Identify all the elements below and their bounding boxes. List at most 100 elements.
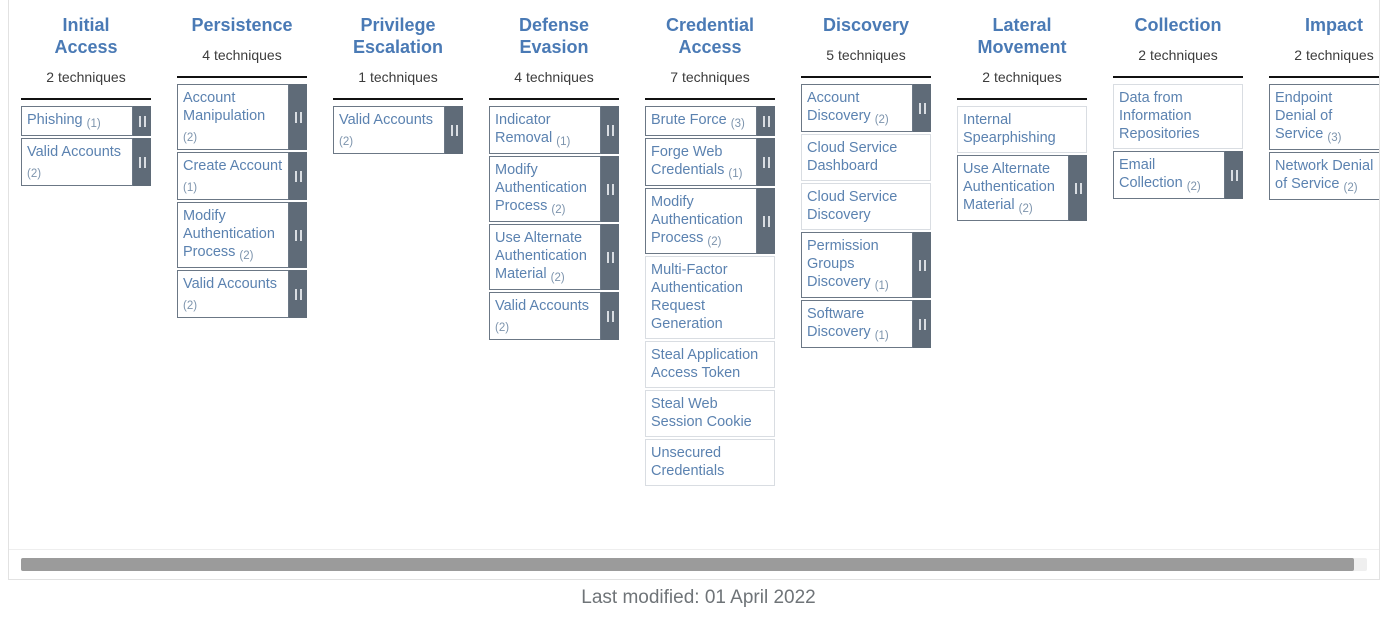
expand-subtechniques-button[interactable] xyxy=(133,138,151,186)
expand-subtechniques-button[interactable] xyxy=(601,224,619,290)
scrollbar-thumb[interactable] xyxy=(21,558,1354,571)
technique-cell[interactable]: Valid Accounts (2) xyxy=(333,106,445,154)
expand-subtechniques-button[interactable] xyxy=(601,106,619,154)
double-bar-icon xyxy=(294,288,302,300)
technique-cell[interactable]: Data from Information Repositories xyxy=(1113,84,1243,149)
technique-label: Use Alternate Authentication Material xyxy=(495,230,587,282)
technique-cell[interactable]: Unsecured Credentials xyxy=(645,439,775,486)
technique-row: Modify Authentication Process (2) xyxy=(177,202,307,268)
tactic-title[interactable]: Collection xyxy=(1113,0,1243,36)
technique-row: Valid Accounts (2) xyxy=(489,292,619,340)
technique-cell[interactable]: Modify Authentication Process (2) xyxy=(645,188,757,254)
tactic-title[interactable]: Discovery xyxy=(801,0,931,36)
subtechnique-count: (2) xyxy=(27,168,42,180)
technique-cell[interactable]: Internal Spearphishing xyxy=(957,106,1087,153)
technique-row: Internal Spearphishing xyxy=(957,106,1087,153)
tactic-header: Lateral Movement 2 techniques xyxy=(957,0,1087,98)
technique-cell[interactable]: Modify Authentication Process (2) xyxy=(177,202,289,268)
technique-row: Use Alternate Authentication Material (2… xyxy=(489,224,619,290)
tactic-header: Defense Evasion 4 techniques xyxy=(489,0,619,98)
technique-list: Account Discovery (2) Cloud Service Dashb… xyxy=(801,78,931,350)
technique-row: Brute Force (3) xyxy=(645,106,775,136)
technique-cell[interactable]: Email Collection (2) xyxy=(1113,151,1225,199)
technique-cell[interactable]: Cloud Service Discovery xyxy=(801,183,931,230)
technique-cell[interactable]: Permission Groups Discovery (1) xyxy=(801,232,913,298)
subtechnique-count: (2) xyxy=(550,272,565,284)
technique-label: Internal Spearphishing xyxy=(963,112,1056,146)
expand-subtechniques-button[interactable] xyxy=(445,106,463,154)
technique-cell[interactable]: Account Discovery (2) xyxy=(801,84,913,132)
tactic-title[interactable]: Privilege Escalation xyxy=(333,0,463,58)
subtechnique-count: (1) xyxy=(874,280,889,292)
expand-subtechniques-button[interactable] xyxy=(757,138,775,186)
tactic-header: Collection 2 techniques xyxy=(1113,0,1243,76)
subtechnique-count: (2) xyxy=(874,114,889,126)
technique-cell[interactable]: Cloud Service Dashboard xyxy=(801,134,931,181)
subtechnique-count: (1) xyxy=(874,330,889,342)
technique-cell[interactable]: Endpoint Denial of Service (3) xyxy=(1269,84,1379,150)
double-bar-icon xyxy=(606,251,614,263)
tactic-column: Lateral Movement 2 techniques Internal Spe… xyxy=(957,0,1087,223)
subtechnique-count: (1) xyxy=(728,168,743,180)
tactic-title[interactable]: Initial Access xyxy=(21,0,151,58)
technique-label: Brute Force xyxy=(651,112,727,128)
expand-subtechniques-button[interactable] xyxy=(601,156,619,222)
tactic-header: Impact 2 techniques xyxy=(1269,0,1379,76)
technique-cell[interactable]: Modify Authentication Process (2) xyxy=(489,156,601,222)
technique-cell[interactable]: Brute Force (3) xyxy=(645,106,757,136)
technique-cell[interactable]: Indicator Removal (1) xyxy=(489,106,601,154)
technique-cell[interactable]: Valid Accounts (2) xyxy=(21,138,133,186)
tactic-title[interactable]: Persistence xyxy=(177,0,307,36)
subtechnique-count: (2) xyxy=(495,322,510,334)
expand-subtechniques-button[interactable] xyxy=(757,106,775,136)
expand-subtechniques-button[interactable] xyxy=(133,106,151,136)
expand-subtechniques-button[interactable] xyxy=(289,84,307,150)
expand-subtechniques-button[interactable] xyxy=(601,292,619,340)
scrollbar-track[interactable] xyxy=(21,558,1367,571)
technique-cell[interactable]: Forge Web Credentials (1) xyxy=(645,138,757,186)
technique-label: Cloud Service Dashboard xyxy=(807,140,898,174)
expand-subtechniques-button[interactable] xyxy=(289,152,307,200)
technique-cell[interactable]: Software Discovery (1) xyxy=(801,300,913,348)
matrix-panel: Initial Access 2 techniques Phishing (1) Va… xyxy=(8,0,1380,580)
expand-subtechniques-button[interactable] xyxy=(913,232,931,298)
technique-label: Valid Accounts xyxy=(183,276,278,292)
technique-row: Cloud Service Discovery xyxy=(801,183,931,230)
tactic-column: Credential Access 7 techniques Brute Force… xyxy=(645,0,775,488)
technique-cell[interactable]: Network Denial of Service (2) xyxy=(1269,152,1379,200)
technique-cell[interactable]: Use Alternate Authentication Material (2… xyxy=(489,224,601,290)
tactic-title[interactable]: Impact xyxy=(1269,0,1379,36)
tactic-title[interactable]: Credential Access xyxy=(645,0,775,58)
technique-cell[interactable]: Phishing (1) xyxy=(21,106,133,136)
double-bar-icon xyxy=(762,115,770,127)
technique-row: Modify Authentication Process (2) xyxy=(645,188,775,254)
technique-cell[interactable]: Steal Web Session Cookie xyxy=(645,390,775,437)
technique-cell[interactable]: Multi-Factor Authentication Request Gene… xyxy=(645,256,775,339)
tactic-title[interactable]: Defense Evasion xyxy=(489,0,619,58)
expand-subtechniques-button[interactable] xyxy=(289,270,307,318)
technique-cell[interactable]: Valid Accounts (2) xyxy=(489,292,601,340)
expand-subtechniques-button[interactable] xyxy=(913,84,931,132)
technique-row: Steal Application Access Token xyxy=(645,341,775,388)
technique-row: Permission Groups Discovery (1) xyxy=(801,232,931,298)
technique-row: Endpoint Denial of Service (3) xyxy=(1269,84,1379,150)
technique-count-label: 5 techniques xyxy=(826,47,906,63)
technique-cell[interactable]: Steal Application Access Token xyxy=(645,341,775,388)
technique-label: Modify Authentication Process xyxy=(183,208,275,260)
technique-count-label: 2 techniques xyxy=(1294,47,1374,63)
technique-cell[interactable]: Valid Accounts (2) xyxy=(177,270,289,318)
horizontal-scrollbar[interactable] xyxy=(9,549,1379,579)
technique-label: Endpoint Denial of Service xyxy=(1275,90,1333,142)
technique-label: Account Discovery xyxy=(807,90,871,124)
technique-label: Cloud Service Discovery xyxy=(807,189,898,223)
expand-subtechniques-button[interactable] xyxy=(913,300,931,348)
technique-cell[interactable]: Create Account (1) xyxy=(177,152,289,200)
technique-cell[interactable]: Account Manipulation (2) xyxy=(177,84,289,150)
expand-subtechniques-button[interactable] xyxy=(1225,151,1243,199)
technique-cell[interactable]: Use Alternate Authentication Material (2… xyxy=(957,155,1069,221)
tactic-title[interactable]: Lateral Movement xyxy=(957,0,1087,58)
expand-subtechniques-button[interactable] xyxy=(757,188,775,254)
expand-subtechniques-button[interactable] xyxy=(1069,155,1087,221)
tactic-column: Initial Access 2 techniques Phishing (1) Va… xyxy=(21,0,151,188)
expand-subtechniques-button[interactable] xyxy=(289,202,307,268)
